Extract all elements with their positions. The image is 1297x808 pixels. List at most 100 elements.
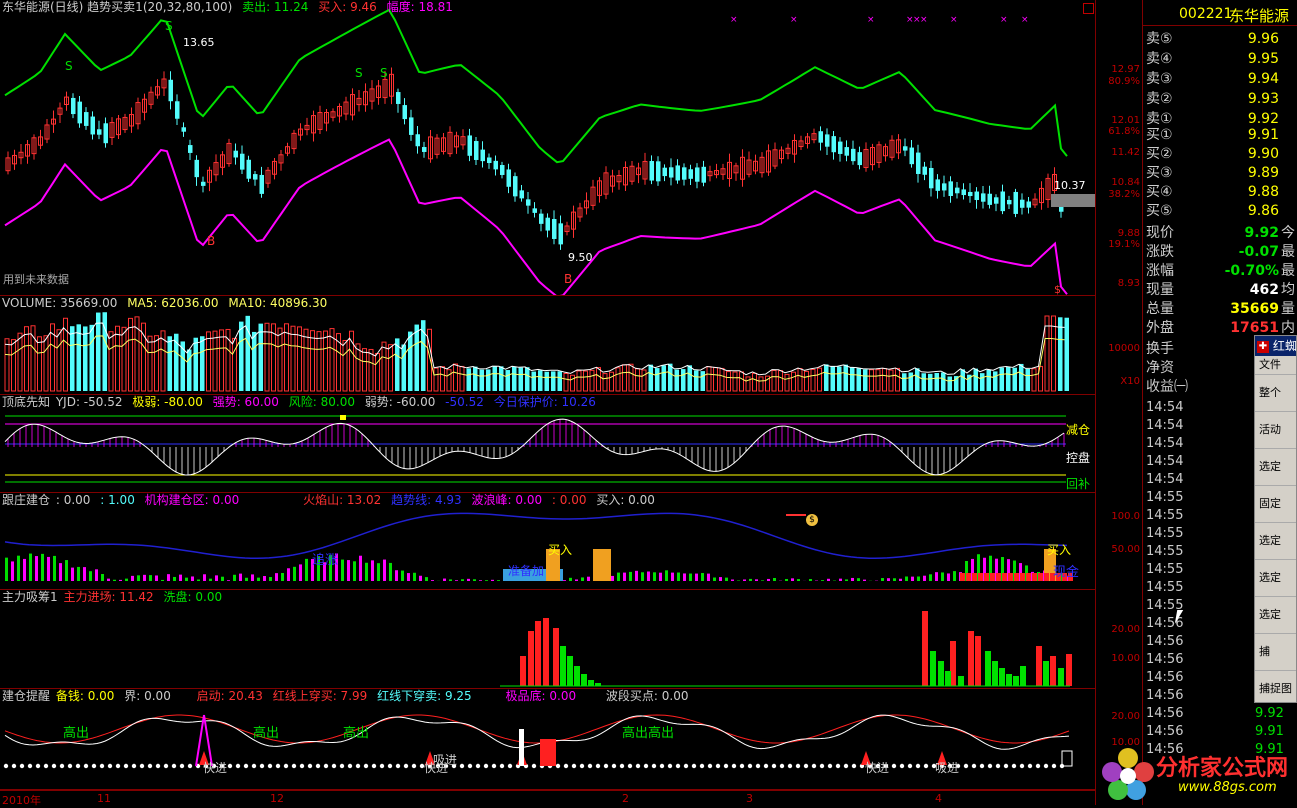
popup-item[interactable]: 选定 [1255, 449, 1296, 486]
gz-bar [65, 560, 68, 581]
volume-bar [317, 332, 321, 391]
dingdi-panel[interactable]: 顶底先知 YJD: -50.52 极弱: -80.00 强势: 60.00 风险… [0, 395, 1095, 493]
jc-dot [564, 764, 568, 768]
gz-bar [461, 579, 464, 581]
x-marker: × [790, 15, 798, 25]
stat-value: -0.07 [1239, 243, 1279, 261]
jiancang-panel[interactable]: 建仓提醒 备钱: 0.00 界: 0.00 启动: 20.43 红线上穿买: 7… [0, 689, 1095, 790]
stat-row: 涨幅-0.70%最 [1146, 262, 1297, 280]
popup-item[interactable]: 固定 [1255, 486, 1296, 523]
volume-bar [402, 345, 407, 391]
jc-dot [412, 764, 416, 768]
volume-bar [83, 326, 88, 391]
dingdi-qiangshi: 强势: 60.00 [213, 395, 279, 409]
zl-red-bar [535, 621, 541, 686]
b-marker: B [564, 272, 572, 286]
dingdi-chart[interactable] [0, 395, 1095, 493]
bid-row[interactable]: 买②9.90 [1146, 145, 1297, 163]
zhuli-chart[interactable] [0, 590, 1095, 689]
volume-panel[interactable]: VOLUME: 35669.00 MA5: 62036.00 MA10: 408… [0, 296, 1095, 395]
jc-dot [1012, 764, 1016, 768]
candle-body [962, 189, 967, 195]
axis-vol-10000: 10000 [1108, 343, 1140, 354]
gz-bar [95, 569, 98, 581]
bid-price: 9.90 [1248, 145, 1279, 163]
popup-item[interactable]: 选定 [1255, 523, 1296, 560]
jc-dot [68, 764, 72, 768]
axis-zl-20: 20.00 [1111, 624, 1140, 635]
axis-zl-10: 10.00 [1111, 653, 1140, 664]
popup-item[interactable]: 选定 [1255, 597, 1296, 634]
jc-dot [140, 764, 144, 768]
jc-dot [380, 764, 384, 768]
popup-item[interactable]: 捕 [1255, 634, 1296, 671]
jc-beiqian: 备钱: 0.00 [56, 689, 115, 703]
gz-bar [245, 578, 248, 581]
tick-time: 14:54 [1146, 453, 1256, 471]
gz-bar [257, 578, 260, 581]
popup-item[interactable]: 文件 [1255, 356, 1296, 375]
gz-bar [929, 574, 932, 581]
volume-bar [564, 373, 568, 391]
volume-bar [454, 364, 458, 391]
close-square-icon[interactable] [1083, 3, 1094, 14]
bid-row[interactable]: 买①9.91 [1146, 126, 1297, 144]
ask-label: 卖⑤ [1146, 30, 1173, 48]
popup-window[interactable]: ✚ 红蜘 文件整个活动选定固定选定选定选定捕捕捉图 [1254, 335, 1297, 703]
volume-bar [987, 370, 992, 391]
volume-bar [948, 377, 953, 391]
gz-bar [785, 579, 788, 581]
volume-bar [636, 369, 640, 391]
ask-row[interactable]: 卖②9.93 [1146, 90, 1297, 108]
volume-bar [467, 368, 472, 391]
zl-name: 主力吸筹1 [2, 590, 58, 604]
jiancang-chart[interactable] [0, 689, 1095, 790]
bid-row[interactable]: 买⑤9.86 [1146, 202, 1297, 220]
date-4: 4 [935, 792, 942, 805]
bid-row[interactable]: 买③9.89 [1146, 164, 1297, 182]
jc-dot [148, 764, 152, 768]
popup-title-bar[interactable]: ✚ 红蜘 [1255, 336, 1296, 356]
jc-dot [764, 764, 768, 768]
volume-header: VOLUME: 35669.00 MA5: 62036.00 MA10: 408… [2, 296, 333, 310]
zl-green-bar [938, 661, 944, 686]
ask-row[interactable]: 卖③9.94 [1146, 70, 1297, 88]
jc-kuaijin-1: 快进 [203, 759, 227, 776]
zhuli-panel[interactable]: 主力吸筹1 主力进场: 11.42 洗盘: 0.00 [0, 590, 1095, 689]
jc-dot [28, 764, 32, 768]
jc-dot [796, 764, 800, 768]
axis-8-93: 8.93 [1118, 278, 1140, 289]
tick-time: 14:55 [1146, 579, 1256, 597]
ask-row[interactable]: 卖⑤9.96 [1146, 30, 1297, 48]
jc-dot [908, 764, 912, 768]
genzhuang-panel[interactable]: 跟庄建仓 : 0.00 : 1.00 机构建仓区: 0.00 火焰山: 13.0… [0, 493, 1095, 590]
tick-time: 14:56 [1146, 669, 1256, 687]
bid-row[interactable]: 买④9.88 [1146, 183, 1297, 201]
gz-bar [113, 580, 116, 581]
jc-dot [12, 764, 16, 768]
popup-item[interactable]: 活动 [1255, 412, 1296, 449]
popup-item[interactable]: 捕捉图 [1255, 671, 1296, 703]
popup-item[interactable]: 选定 [1255, 560, 1296, 597]
gz-bar [473, 579, 476, 581]
gz-red-bar [1014, 573, 1019, 581]
ask-row[interactable]: 卖④9.95 [1146, 50, 1297, 68]
jc-dot [996, 764, 1000, 768]
watermark-url: www.88gs.com [1178, 780, 1277, 795]
candle-body [409, 117, 414, 135]
volume-bar [824, 364, 829, 391]
gz-bar [227, 580, 230, 581]
volume-bar [77, 324, 82, 391]
tick-price-1: 9.92 [1255, 706, 1284, 721]
popup-item[interactable]: 整个 [1255, 375, 1296, 412]
jc-dot [244, 764, 248, 768]
candle-body [253, 174, 258, 179]
volume-chart[interactable] [0, 296, 1095, 395]
gz-v1: : 0.00 [56, 493, 91, 507]
gz-bar [401, 571, 404, 581]
price-chart[interactable]: SSSSBB$××××××××× [0, 0, 1095, 296]
candle-body [507, 169, 512, 186]
volume-bar [616, 368, 620, 391]
volume-bar [753, 373, 757, 391]
main-price-panel[interactable]: SSSSBB$××××××××× 东华能源(日线) 趋势买卖1(20,32,80… [0, 0, 1095, 296]
